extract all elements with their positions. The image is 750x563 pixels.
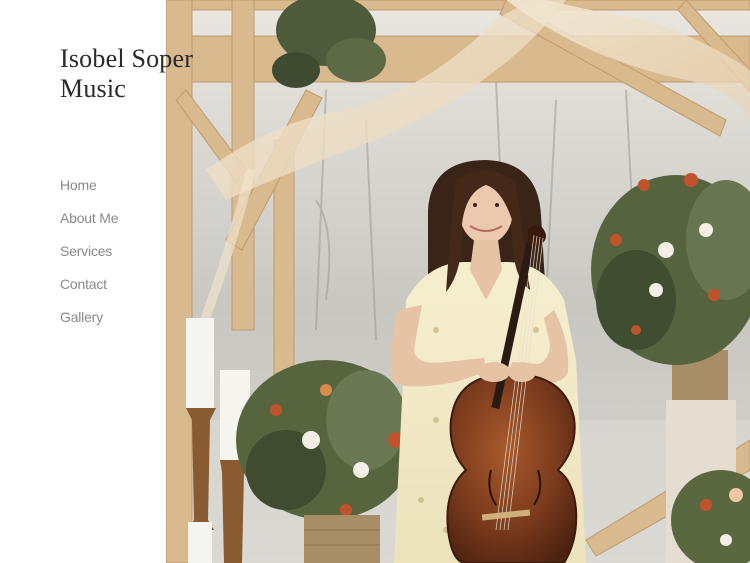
hero-photo-illustration bbox=[166, 0, 750, 563]
nav-link-services[interactable]: Services bbox=[60, 243, 112, 259]
nav-item-services: Services bbox=[60, 243, 118, 276]
nav-link-about-me[interactable]: About Me bbox=[60, 210, 119, 226]
site-title[interactable]: Isobel Soper Music bbox=[60, 44, 210, 104]
nav-link-home[interactable]: Home bbox=[60, 177, 97, 193]
nav-link-contact[interactable]: Contact bbox=[60, 276, 107, 292]
nav-item-contact: Contact bbox=[60, 276, 118, 309]
main-nav: Home About Me Services Contact Gallery bbox=[60, 177, 119, 342]
hero-image bbox=[166, 0, 750, 563]
nav-link-gallery[interactable]: Gallery bbox=[60, 309, 103, 325]
nav-item-gallery: Gallery bbox=[60, 309, 118, 342]
nav-item-home: Home bbox=[60, 177, 118, 210]
nav-item-about-me: About Me bbox=[60, 210, 119, 243]
